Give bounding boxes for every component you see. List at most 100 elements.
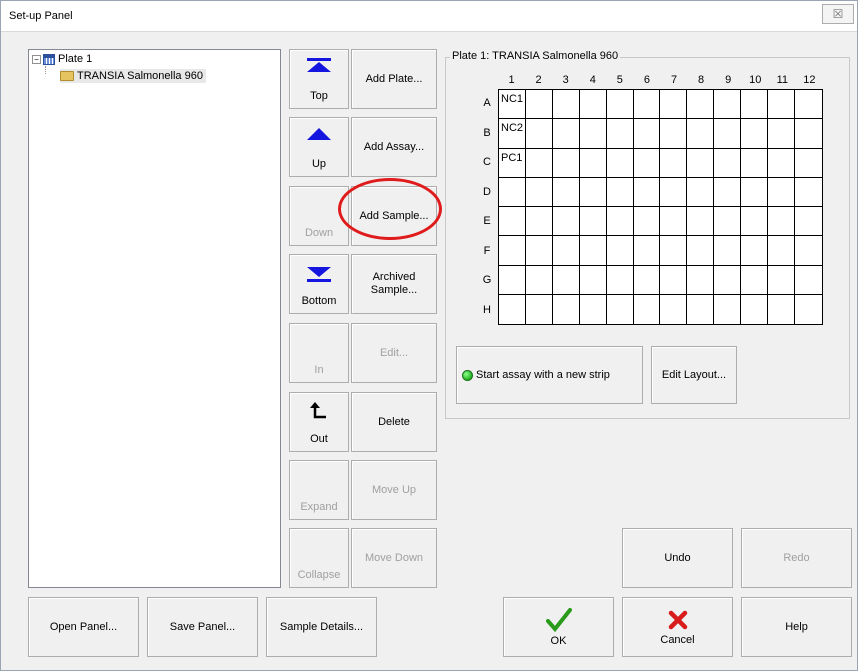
plate-well[interactable] [741, 148, 769, 178]
plate-well[interactable] [580, 294, 607, 324]
plate-well[interactable] [579, 265, 607, 295]
edit-layout-button[interactable]: Edit Layout... [651, 346, 737, 404]
plate-well[interactable] [687, 177, 715, 207]
plate-well[interactable] [552, 265, 580, 295]
plate-well[interactable] [687, 148, 715, 178]
plate-well[interactable] [687, 90, 715, 120]
plate-well[interactable] [795, 178, 822, 207]
plate-well[interactable] [526, 294, 553, 324]
plate-well[interactable] [795, 236, 822, 266]
plate-well[interactable] [714, 148, 742, 178]
plate-well[interactable] [552, 148, 580, 178]
collapse-button[interactable]: Collapse [289, 528, 349, 588]
plate-well[interactable] [687, 265, 715, 295]
plate-well[interactable] [741, 177, 769, 207]
plate-well[interactable] [660, 294, 688, 324]
plate-well[interactable] [741, 90, 769, 120]
plate-well[interactable] [633, 265, 661, 295]
help-button[interactable]: Help [741, 597, 852, 657]
plate-well[interactable] [633, 236, 661, 266]
plate-well[interactable]: NC1 [499, 90, 526, 120]
plate-well[interactable] [552, 207, 580, 237]
plate-well[interactable] [660, 236, 688, 266]
plate-well[interactable] [714, 119, 742, 149]
plate-well[interactable] [741, 236, 769, 266]
up-button[interactable]: Up [289, 117, 349, 177]
plate-well[interactable] [525, 90, 553, 120]
plate-well[interactable] [607, 294, 634, 324]
plate-well[interactable] [606, 90, 634, 120]
plate-well[interactable] [795, 266, 822, 295]
plate-well[interactable] [768, 148, 796, 178]
plate-well[interactable] [714, 177, 742, 207]
plate-well[interactable] [660, 119, 688, 149]
plate-well[interactable] [687, 236, 715, 266]
plate-well[interactable] [525, 236, 553, 266]
tree-item-assay[interactable]: TRANSIA Salmonella 960 [60, 69, 206, 83]
plate-well[interactable] [768, 265, 796, 295]
plate-well[interactable] [633, 148, 661, 178]
edit-button[interactable]: Edit... [351, 323, 437, 383]
plate-well[interactable] [660, 265, 688, 295]
start-assay-button[interactable]: Start assay with a new strip [456, 346, 643, 404]
plate-well[interactable] [795, 119, 822, 149]
plate-well[interactable] [795, 90, 822, 120]
plate-well[interactable] [499, 294, 526, 324]
add-assay-button[interactable]: Add Assay... [351, 117, 437, 177]
plate-well[interactable] [553, 294, 580, 324]
plate-well[interactable] [579, 236, 607, 266]
plate-well[interactable] [552, 236, 580, 266]
plate-well[interactable] [499, 265, 526, 295]
plate-well[interactable] [606, 207, 634, 237]
plate-well[interactable] [768, 119, 796, 149]
plate-well[interactable] [714, 294, 742, 324]
plate-well[interactable] [633, 207, 661, 237]
move-down-button[interactable]: Move Down [351, 528, 437, 588]
plate-well[interactable] [687, 294, 715, 324]
plate-well[interactable] [633, 177, 661, 207]
expand-button[interactable]: Expand [289, 460, 349, 520]
plate-well[interactable] [795, 149, 822, 178]
add-plate-button[interactable]: Add Plate... [351, 49, 437, 109]
plate-well[interactable] [525, 265, 553, 295]
plate-well[interactable] [499, 236, 526, 266]
plate-well[interactable] [795, 207, 822, 237]
plate-well[interactable] [741, 265, 769, 295]
plate-well[interactable] [579, 90, 607, 120]
plate-well[interactable] [525, 148, 553, 178]
plate-well[interactable] [579, 148, 607, 178]
plate-grid[interactable]: NC1 NC2 PC1 [498, 89, 823, 325]
plate-well[interactable] [714, 265, 742, 295]
save-panel-button[interactable]: Save Panel... [147, 597, 258, 657]
plate-well[interactable] [525, 119, 553, 149]
top-button[interactable]: Top [289, 49, 349, 109]
plate-well[interactable] [768, 294, 796, 324]
plate-well[interactable] [768, 177, 796, 207]
plate-well[interactable] [552, 119, 580, 149]
plate-well[interactable] [741, 294, 769, 324]
plate-well[interactable] [634, 294, 661, 324]
archived-sample-button[interactable]: Archived Sample... [351, 254, 437, 314]
ok-button[interactable]: OK [503, 597, 614, 657]
plate-well[interactable] [579, 207, 607, 237]
plate-well[interactable] [795, 295, 822, 324]
plate-well[interactable] [633, 90, 661, 120]
cancel-button[interactable]: Cancel [622, 597, 733, 657]
plate-well[interactable] [741, 119, 769, 149]
move-up-button[interactable]: Move Up [351, 460, 437, 520]
plate-well[interactable] [741, 207, 769, 237]
undo-button[interactable]: Undo [622, 528, 733, 588]
close-button[interactable]: ☒ [822, 4, 854, 24]
plate-well[interactable] [579, 119, 607, 149]
plate-well[interactable] [499, 207, 526, 237]
plate-well[interactable] [687, 119, 715, 149]
plate-well[interactable] [660, 207, 688, 237]
plate-tree-view[interactable]: − Plate 1 TRANSIA Salmonella 960 [28, 49, 281, 588]
plate-well[interactable] [660, 148, 688, 178]
in-button[interactable]: In [289, 323, 349, 383]
plate-well[interactable] [633, 119, 661, 149]
plate-well[interactable] [714, 90, 742, 120]
plate-well[interactable] [579, 177, 607, 207]
redo-button[interactable]: Redo [741, 528, 852, 588]
open-panel-button[interactable]: Open Panel... [28, 597, 139, 657]
